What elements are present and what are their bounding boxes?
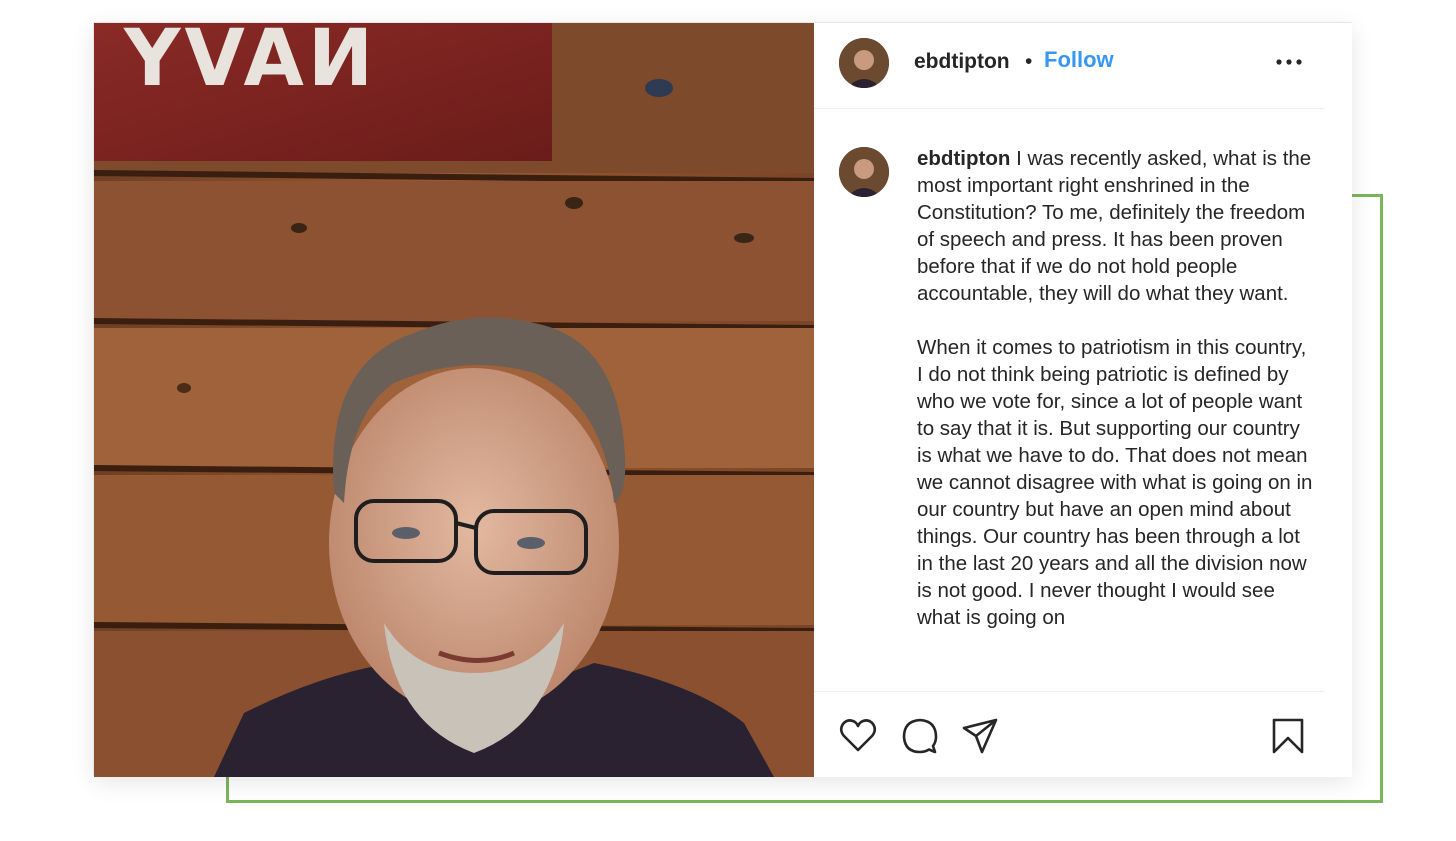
username-link[interactable]: ebdtipton [914,50,1010,74]
separator-dot: • [1025,50,1033,73]
svg-text:YVAИ: YVAИ [123,23,377,104]
post-header: ebdtipton • Follow [814,23,1324,109]
action-bar [814,691,1324,778]
share-icon[interactable] [960,716,1000,756]
avatar[interactable] [839,38,889,88]
heart-icon[interactable] [838,716,878,756]
caption-paragraph-1: I was recently asked, what is the most i… [917,147,1312,305]
caption-paragraph-2: When it comes to patriotism in this coun… [917,336,1313,629]
comment-icon[interactable] [900,716,940,756]
follow-button[interactable]: Follow [1044,47,1114,73]
stage: YVAИ ebdtipton • Follow ebdtipton I was … [0,0,1456,841]
caption-text: ebdtipton I was recently asked, what is … [917,145,1317,631]
bookmark-icon[interactable] [1268,716,1308,756]
post-photo: YVAИ [94,23,814,777]
caption-author-link[interactable]: ebdtipton [917,147,1010,170]
post-side-panel: ebdtipton • Follow ebdtipton I was recen… [814,23,1352,777]
caption-area: ebdtipton I was recently asked, what is … [814,109,1324,691]
instagram-post-card: YVAИ ebdtipton • Follow ebdtipton I was … [93,22,1352,777]
avatar[interactable] [839,147,889,197]
more-options-icon[interactable] [1274,49,1304,75]
